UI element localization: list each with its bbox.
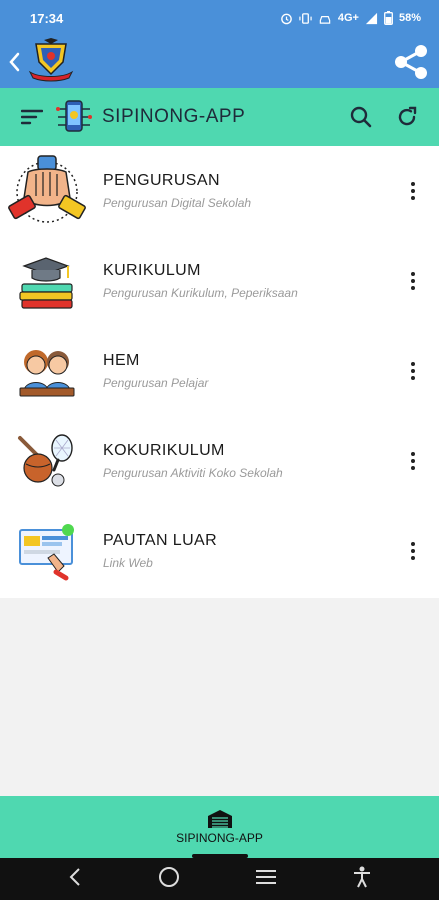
menu-list: PENGURUSAN Pengurusan Digital Sekolah KU…: [0, 146, 439, 598]
battery-level: 58%: [398, 12, 421, 24]
status-bar: 17:34 4G+ 58%: [0, 0, 439, 36]
item-more-button[interactable]: [401, 356, 425, 386]
app-title: SIPINONG-APP: [102, 106, 246, 127]
sports-equipment-icon: [8, 422, 86, 500]
menu-button[interactable]: [14, 99, 50, 135]
car-icon: [319, 15, 331, 24]
accessibility-icon: [354, 866, 371, 887]
item-title: KURIKULUM: [103, 262, 201, 279]
item-more-button[interactable]: [401, 446, 425, 476]
chevron-left-icon: [9, 52, 20, 72]
list-item-pengurusan[interactable]: PENGURUSAN Pengurusan Digital Sekolah: [0, 146, 439, 236]
item-title: PENGURUSAN: [103, 172, 220, 189]
back-button[interactable]: [4, 47, 24, 77]
refresh-button[interactable]: [389, 99, 425, 135]
status-icons: 4G+ 58%: [280, 11, 421, 25]
item-title: KOKURIKULUM: [103, 442, 225, 459]
home-circle-icon: [158, 866, 179, 887]
web-link-icon: [8, 512, 86, 590]
item-subtitle: Pengurusan Digital Sekolah: [103, 196, 252, 210]
school-logo: [26, 38, 76, 86]
list-item-pautan-luar[interactable]: PAUTAN LUAR Link Web: [0, 506, 439, 596]
vibrate-icon: [299, 12, 312, 24]
share-icon: [395, 45, 427, 79]
students-icon: [8, 332, 86, 410]
search-button[interactable]: [343, 99, 379, 135]
item-title: PAUTAN LUAR: [103, 532, 218, 549]
item-subtitle: Pengurusan Aktiviti Koko Sekolah: [103, 466, 283, 480]
item-subtitle: Pengurusan Pelajar: [103, 376, 209, 390]
system-home-button[interactable]: [158, 866, 180, 893]
school-crest-icon: [28, 38, 74, 82]
handshake-icon: [8, 152, 86, 230]
garage-icon: [207, 810, 232, 828]
network-type: 4G+: [337, 12, 359, 24]
refresh-icon: [398, 106, 417, 126]
list-item-kurikulum[interactable]: KURIKULUM Pengurusan Kurikulum, Peperiks…: [0, 236, 439, 326]
back-arrow-icon: [69, 867, 80, 886]
system-recents-button[interactable]: [255, 868, 277, 891]
item-more-button[interactable]: [401, 266, 425, 296]
status-time: 17:34: [30, 10, 64, 26]
list-item-hem[interactable]: HEM Pengurusan Pelajar: [0, 326, 439, 416]
system-nav-bar: [0, 858, 439, 900]
alarm-icon: [281, 13, 292, 24]
recents-icon: [256, 869, 277, 884]
signal-icon: [365, 12, 378, 24]
list-item-kokurikulum[interactable]: KOKURIKULUM Pengurusan Aktiviti Koko Sek…: [0, 416, 439, 506]
system-back-button[interactable]: [68, 867, 82, 892]
books-graduation-cap-icon: [8, 242, 86, 320]
search-icon: [350, 106, 372, 128]
item-title: HEM: [103, 352, 140, 369]
item-subtitle: Pengurusan Kurikulum, Peperiksaan: [103, 286, 298, 300]
app-bar: SIPINONG-APP: [0, 88, 439, 146]
bottom-nav: SIPINONG-APP: [0, 796, 439, 858]
item-subtitle: Link Web: [103, 556, 153, 570]
item-more-button[interactable]: [401, 176, 425, 206]
browser-bar: [0, 36, 439, 88]
app-logo-icon: [56, 100, 92, 132]
battery-icon: [384, 11, 393, 25]
sort-menu-icon: [21, 109, 43, 125]
share-button[interactable]: [389, 40, 433, 84]
bottom-nav-home-tab[interactable]: SIPINONG-APP: [176, 809, 263, 845]
item-more-button[interactable]: [401, 536, 425, 566]
bottom-nav-label: SIPINONG-APP: [176, 831, 263, 845]
system-accessibility-button[interactable]: [353, 866, 371, 893]
